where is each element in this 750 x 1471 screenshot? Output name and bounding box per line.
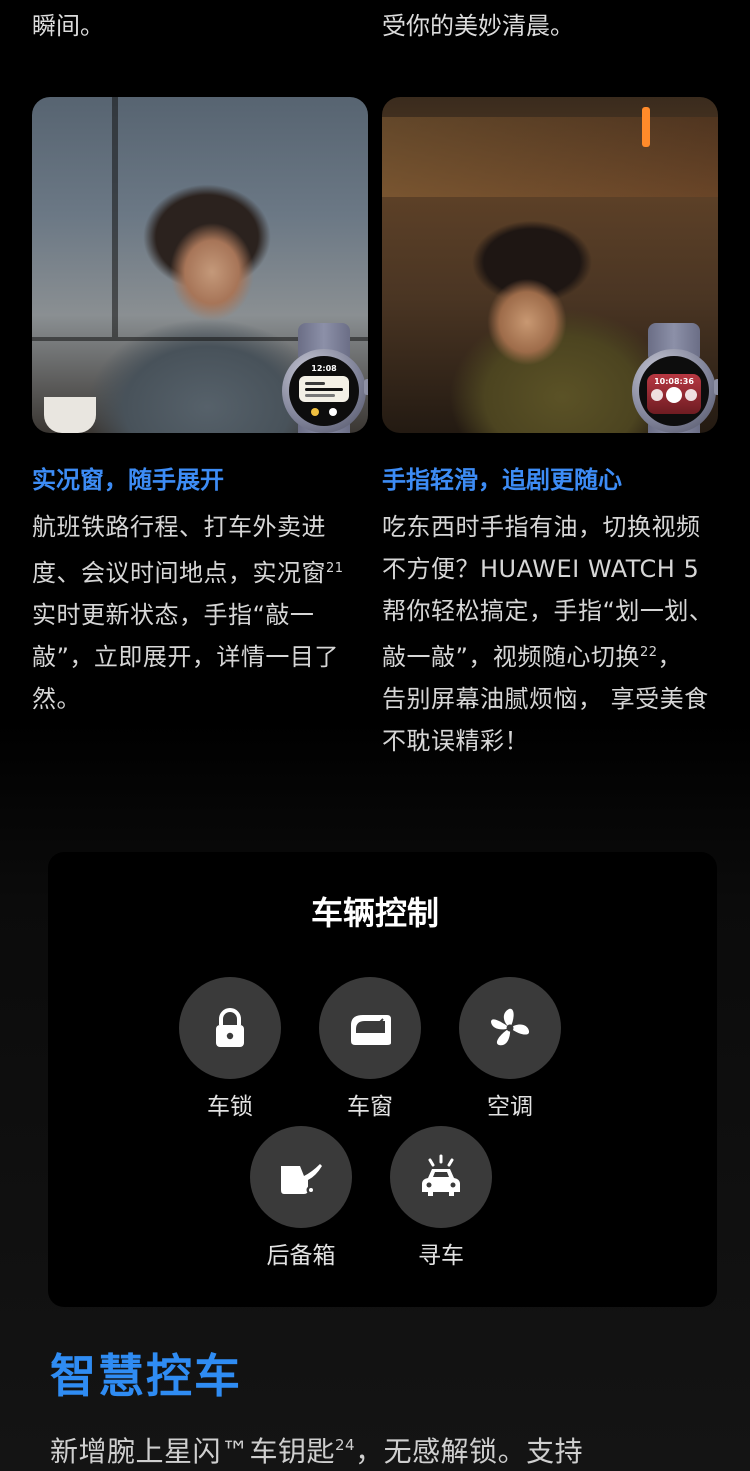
footnote-ref: 22 [639,645,658,660]
desc-line: 敲”，立即展开，详情一目了 [32,643,339,671]
card-desc-finger-swipe: 吃东西时手指有油，切换视频 不方便？HUAWEI WATCH 5 帮你轻松搞定，… [382,506,732,762]
control-car-lock[interactable]: 车锁 [179,977,281,1121]
desc-line: 度、会议时间地点，实况窗21 [32,559,344,587]
panel-title: 车辆控制 [310,894,439,932]
control-label: 空调 [487,1094,533,1120]
watch-time-right: 10:08:36 [654,377,694,386]
desc-line: 告别屏幕油腻烦恼， 享受美食 [382,685,709,713]
control-trunk[interactable]: 后备箱 [250,1126,352,1270]
desc-line: 帮你轻松搞定，手指“划一划、 [382,597,714,625]
car-window-icon [351,1015,391,1045]
watch-image-left: 12:08 [282,323,368,433]
desc-line: 然。 [32,685,81,713]
card-desc-live-window: 航班铁路行程、打车外卖进 度、会议时间地点，实况窗21 实时更新状态，手指“敲一… [32,506,368,720]
card-title-finger-swipe: 手指轻滑，追剧更随心 [382,466,622,494]
desc-line: 吃东西时手指有油，切换视频 [382,513,701,541]
photo-man-at-window: 12:08 [32,97,368,433]
card-title-live-window: 实况窗，随手展开 [32,466,224,494]
fan-icon [491,1008,530,1046]
section-desc-text: ，无感解锁。支持 [355,1435,584,1468]
footnote-ref: 21 [326,561,344,576]
control-label: 车窗 [347,1094,393,1120]
desc-line: 航班铁路行程、打车外卖进 [32,513,326,541]
find-car-button[interactable] [390,1126,492,1228]
car-window-button[interactable] [319,977,421,1079]
section-desc: 新增腕上星闪™车钥匙24，无感解锁。支持 [50,1430,583,1470]
bar-shelf-lights [382,117,718,197]
control-label: 后备箱 [266,1243,336,1269]
trunk-icon [281,1164,322,1195]
desc-line: 不方便？HUAWEI WATCH 5 [382,555,700,583]
trunk-button[interactable] [250,1126,352,1228]
watch-image-right: 10:08:36 [632,323,718,433]
find-car-icon [422,1154,460,1196]
desc-line: 敲一敲”，视频随心切换22， [382,643,682,671]
footnote-ref: 24 [335,1436,356,1454]
lamp-light [642,107,650,147]
live-window-card [299,376,349,402]
intro-text-right: 受你的美妙清晨。 [382,12,574,40]
photo-man-eating: 10:08:36 [382,97,718,433]
window-frame [112,97,118,337]
section-desc-text: 新增腕上星闪™车钥匙 [50,1435,336,1468]
control-air-conditioning[interactable]: 空调 [459,977,561,1121]
intro-text-left: 瞬间。 [32,12,104,40]
desc-line: 不耽误精彩！ [382,727,529,755]
control-car-window[interactable]: 车窗 [319,977,421,1121]
air-conditioning-button[interactable] [459,977,561,1079]
car-lock-button[interactable] [179,977,281,1079]
desc-line: 实时更新状态，手指“敲一 [32,601,315,629]
control-find-car[interactable]: 寻车 [390,1126,492,1270]
section-title: 智慧控车 [50,1349,242,1403]
coffee-cup [44,397,96,433]
control-label: 寻车 [418,1243,464,1269]
control-label: 车锁 [207,1094,253,1120]
lock-icon [216,1008,244,1047]
watch-time-left: 12:08 [311,364,337,373]
